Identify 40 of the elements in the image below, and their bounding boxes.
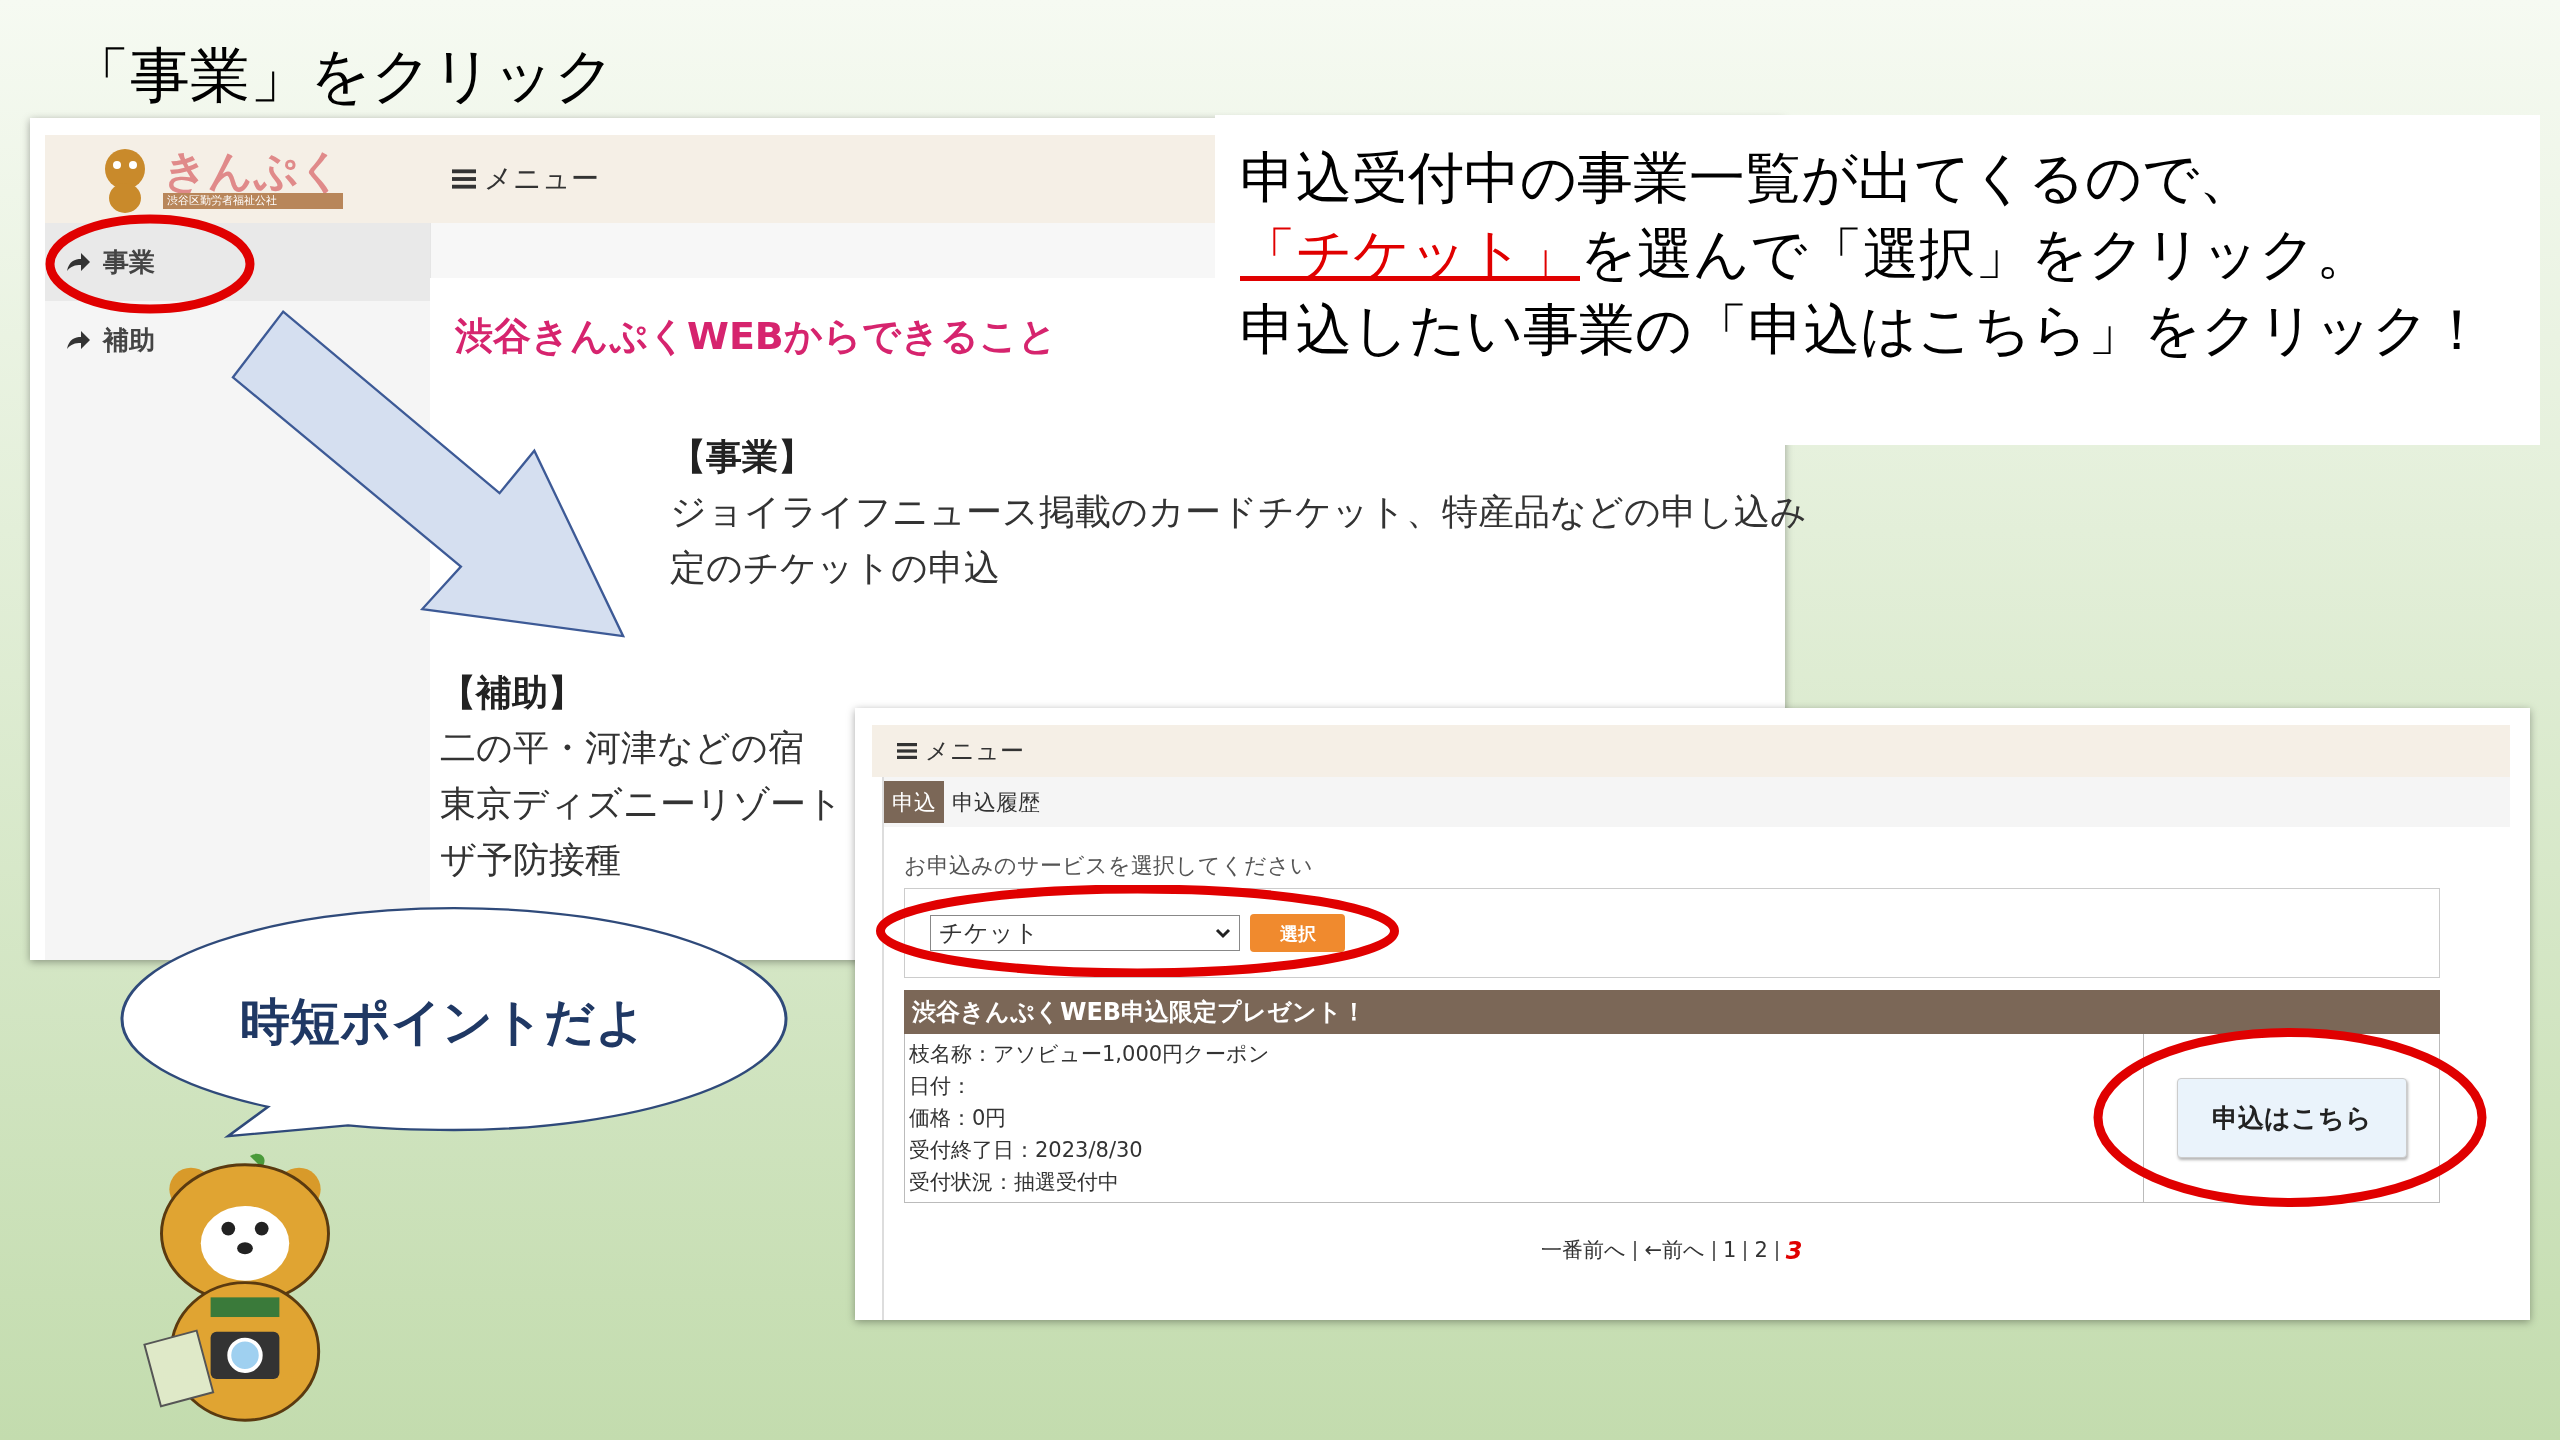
section-text: ザ予防接種 bbox=[440, 838, 621, 882]
apply-button[interactable]: 申込はこちら bbox=[2176, 1078, 2407, 1158]
menu-link[interactable]: メニュー bbox=[925, 733, 1024, 769]
sidebar-item[interactable]: 事業 bbox=[45, 223, 430, 301]
logo-subtitle: 渋谷区勤労者福祉公社 bbox=[163, 192, 343, 210]
prompt-text: お申込みのサービスを選択してください bbox=[904, 852, 1314, 880]
page-heading: 渋谷きんぷくWEBからできること bbox=[455, 313, 1057, 360]
tab[interactable]: 申込履歴 bbox=[944, 781, 1048, 823]
section-title: 【補助】 bbox=[440, 671, 584, 715]
tab[interactable]: 申込 bbox=[884, 781, 944, 823]
service-dropdown[interactable]: チケット bbox=[930, 915, 1240, 951]
pagination-link[interactable]: 2 bbox=[1754, 1235, 1768, 1267]
section-text: 東京ディズニーリゾート bbox=[440, 782, 843, 826]
pagination-link[interactable]: 3 bbox=[1785, 1233, 1803, 1269]
pagination-link[interactable]: 一番前へ bbox=[1541, 1235, 1627, 1267]
section-title: 【事業】 bbox=[670, 435, 814, 479]
slide-title: 「事業」をクリック bbox=[70, 39, 615, 112]
share-arrow-icon bbox=[65, 329, 91, 351]
instruction-text: 申込受付中の事業一覧が出てくるので、 bbox=[1240, 144, 2256, 212]
item-detail: 価格：0円 bbox=[909, 1105, 1008, 1132]
item-detail: 受付状況：抽選受付中 bbox=[909, 1169, 1120, 1196]
item-detail: 日付： bbox=[909, 1073, 973, 1100]
chevron-down-icon bbox=[1215, 927, 1231, 939]
pagination-link[interactable]: 1 bbox=[1723, 1235, 1737, 1267]
section-text: 定のチケットの申込 bbox=[670, 546, 1000, 590]
share-arrow-icon bbox=[65, 251, 91, 273]
item-header: 渋谷きんぷくWEB申込限定プレゼント！ bbox=[904, 990, 2440, 1034]
pagination-link[interactable]: ←前へ bbox=[1644, 1235, 1706, 1267]
logo-text: きんぷく bbox=[163, 148, 343, 193]
item-detail: 枝名称：アソビュー1,000円クーポン bbox=[909, 1041, 1272, 1068]
callout-text: 時短ポイントだよ bbox=[240, 992, 646, 1053]
menu-icon bbox=[897, 741, 917, 761]
menu-icon bbox=[452, 167, 476, 191]
sidebar-item[interactable]: 補助 bbox=[45, 301, 430, 379]
section-text: 二の平・河津などの宿 bbox=[440, 726, 804, 770]
section-text: ジョイライフニュース掲載のカードチケット、特産品などの申し込み bbox=[670, 490, 1807, 534]
instruction-text: 「チケット」を選んで「選択」をクリック。 bbox=[1240, 220, 2373, 288]
menu-link[interactable]: メニュー bbox=[484, 158, 599, 200]
item-detail: 受付終了日：2023/8/30 bbox=[909, 1137, 1144, 1164]
instruction-text: 申込したい事業の「申込はこちら」をクリック！ bbox=[1240, 296, 2486, 364]
